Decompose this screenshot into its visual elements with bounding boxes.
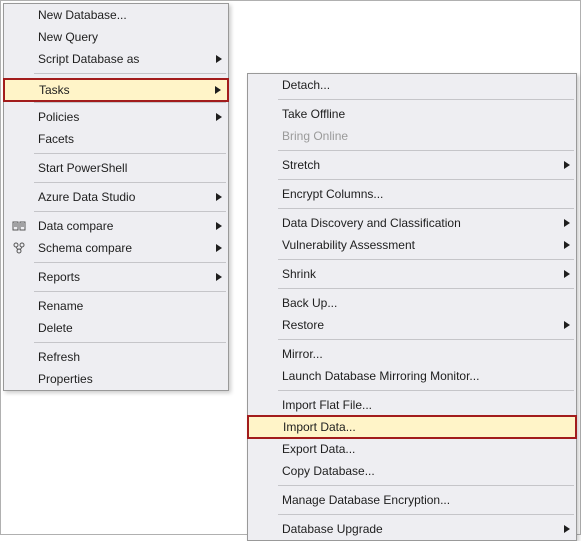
menu-separator — [278, 259, 574, 260]
menu-item-new-query[interactable]: New Query — [4, 26, 228, 48]
menu-separator — [278, 179, 574, 180]
menu-label: Facets — [38, 132, 74, 146]
menu-item-data-discovery[interactable]: Data Discovery and Classification — [248, 212, 576, 234]
menu-item-import-flat-file[interactable]: Import Flat File... — [248, 394, 576, 416]
menu-separator — [34, 102, 226, 103]
submenu-arrow-icon — [216, 273, 222, 281]
menu-item-restore[interactable]: Restore — [248, 314, 576, 336]
menu-item-new-database[interactable]: New Database... — [4, 4, 228, 26]
menu-separator — [278, 485, 574, 486]
menu-label: New Database... — [38, 8, 127, 22]
menu-label: Delete — [38, 321, 73, 335]
menu-label: Reports — [38, 270, 80, 284]
menu-item-export-data[interactable]: Export Data... — [248, 438, 576, 460]
menu-separator — [278, 339, 574, 340]
menu-item-database-upgrade[interactable]: Database Upgrade — [248, 518, 576, 540]
menu-label: Database Upgrade — [282, 522, 383, 536]
menu-separator — [278, 390, 574, 391]
menu-item-reports[interactable]: Reports — [4, 266, 228, 288]
submenu-arrow-icon — [564, 219, 570, 227]
menu-label: Properties — [38, 372, 93, 386]
menu-item-facets[interactable]: Facets — [4, 128, 228, 150]
menu-item-policies[interactable]: Policies — [4, 106, 228, 128]
menu-label: Detach... — [282, 78, 330, 92]
menu-label: Refresh — [38, 350, 80, 364]
menu-label: Script Database as — [38, 52, 139, 66]
menu-item-stretch[interactable]: Stretch — [248, 154, 576, 176]
menu-item-take-offline[interactable]: Take Offline — [248, 103, 576, 125]
submenu-arrow-icon — [564, 241, 570, 249]
menu-item-rename[interactable]: Rename — [4, 295, 228, 317]
menu-label: Data compare — [38, 219, 113, 233]
menu-item-delete[interactable]: Delete — [4, 317, 228, 339]
menu-separator — [278, 208, 574, 209]
menu-item-manage-encryption[interactable]: Manage Database Encryption... — [248, 489, 576, 511]
submenu-arrow-icon — [216, 113, 222, 121]
menu-separator — [34, 342, 226, 343]
menu-item-shrink[interactable]: Shrink — [248, 263, 576, 285]
menu-label: Bring Online — [282, 129, 348, 143]
submenu-arrow-icon — [564, 525, 570, 533]
submenu-arrow-icon — [216, 193, 222, 201]
menu-item-azure-data-studio[interactable]: Azure Data Studio — [4, 186, 228, 208]
submenu-arrow-icon — [216, 222, 222, 230]
menu-item-properties[interactable]: Properties — [4, 368, 228, 390]
menu-label: Vulnerability Assessment — [282, 238, 415, 252]
menu-item-detach[interactable]: Detach... — [248, 74, 576, 96]
submenu-arrow-icon — [564, 161, 570, 169]
menu-item-schema-compare[interactable]: Schema compare — [4, 237, 228, 259]
menu-separator — [34, 291, 226, 292]
menu-item-back-up[interactable]: Back Up... — [248, 292, 576, 314]
submenu-arrow-icon — [564, 270, 570, 278]
menu-separator — [278, 99, 574, 100]
menu-item-refresh[interactable]: Refresh — [4, 346, 228, 368]
menu-label: Policies — [38, 110, 79, 124]
menu-label: Take Offline — [282, 107, 345, 121]
menu-label: Azure Data Studio — [38, 190, 135, 204]
menu-label: Rename — [38, 299, 83, 313]
context-menu-primary: New Database... New Query Script Databas… — [3, 3, 229, 391]
context-menu-tasks-submenu: Detach... Take Offline Bring Online Stre… — [247, 73, 577, 541]
menu-item-copy-database[interactable]: Copy Database... — [248, 460, 576, 482]
menu-item-script-database-as[interactable]: Script Database as — [4, 48, 228, 70]
menu-item-mirror[interactable]: Mirror... — [248, 343, 576, 365]
submenu-arrow-icon — [564, 321, 570, 329]
schema-compare-icon — [8, 237, 30, 259]
menu-separator — [278, 288, 574, 289]
menu-item-data-compare[interactable]: Data compare — [4, 215, 228, 237]
menu-label: Schema compare — [38, 241, 132, 255]
menu-label: Mirror... — [282, 347, 323, 361]
menu-label: Stretch — [282, 158, 320, 172]
menu-label: Shrink — [282, 267, 316, 281]
menu-label: New Query — [38, 30, 98, 44]
menu-label: Encrypt Columns... — [282, 187, 383, 201]
menu-label: Back Up... — [282, 296, 337, 310]
menu-separator — [278, 514, 574, 515]
menu-label: Launch Database Mirroring Monitor... — [282, 369, 479, 383]
menu-separator — [34, 262, 226, 263]
menu-item-bring-online: Bring Online — [248, 125, 576, 147]
menu-label: Data Discovery and Classification — [282, 216, 461, 230]
menu-separator — [278, 150, 574, 151]
submenu-arrow-icon — [216, 244, 222, 252]
menu-separator — [34, 182, 226, 183]
menu-label: Export Data... — [282, 442, 355, 456]
menu-label: Restore — [282, 318, 324, 332]
menu-label: Import Flat File... — [282, 398, 372, 412]
menu-item-launch-mirroring-monitor[interactable]: Launch Database Mirroring Monitor... — [248, 365, 576, 387]
menu-label: Copy Database... — [282, 464, 375, 478]
menu-separator — [34, 211, 226, 212]
menu-label: Start PowerShell — [38, 161, 127, 175]
menu-separator — [34, 73, 226, 74]
submenu-arrow-icon — [216, 55, 222, 63]
menu-item-vulnerability[interactable]: Vulnerability Assessment — [248, 234, 576, 256]
menu-item-start-powershell[interactable]: Start PowerShell — [4, 157, 228, 179]
menu-item-encrypt-columns[interactable]: Encrypt Columns... — [248, 183, 576, 205]
data-compare-icon — [8, 215, 30, 237]
menu-label: Manage Database Encryption... — [282, 493, 450, 507]
menu-separator — [34, 153, 226, 154]
